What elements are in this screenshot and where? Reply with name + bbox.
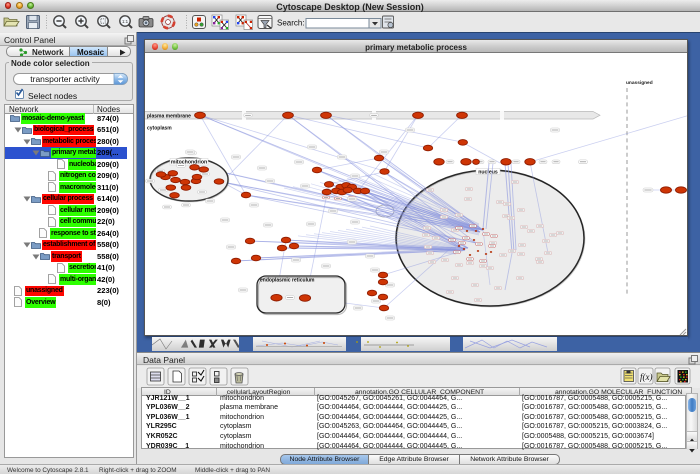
svg-text:endoplasmic reticulum: endoplasmic reticulum [260, 278, 315, 284]
svg-text:Search:: Search: [277, 19, 305, 28]
svg-text:mitochondrion: mitochondrion [171, 160, 207, 166]
svg-text:unassigned: unassigned [626, 80, 653, 86]
svg-text:1:1: 1:1 [122, 19, 129, 24]
svg-text:cytoplasm: cytoplasm [147, 126, 172, 132]
svg-text:f(x): f(x) [640, 372, 653, 382]
svg-text:plasma membrane: plasma membrane [147, 113, 191, 119]
